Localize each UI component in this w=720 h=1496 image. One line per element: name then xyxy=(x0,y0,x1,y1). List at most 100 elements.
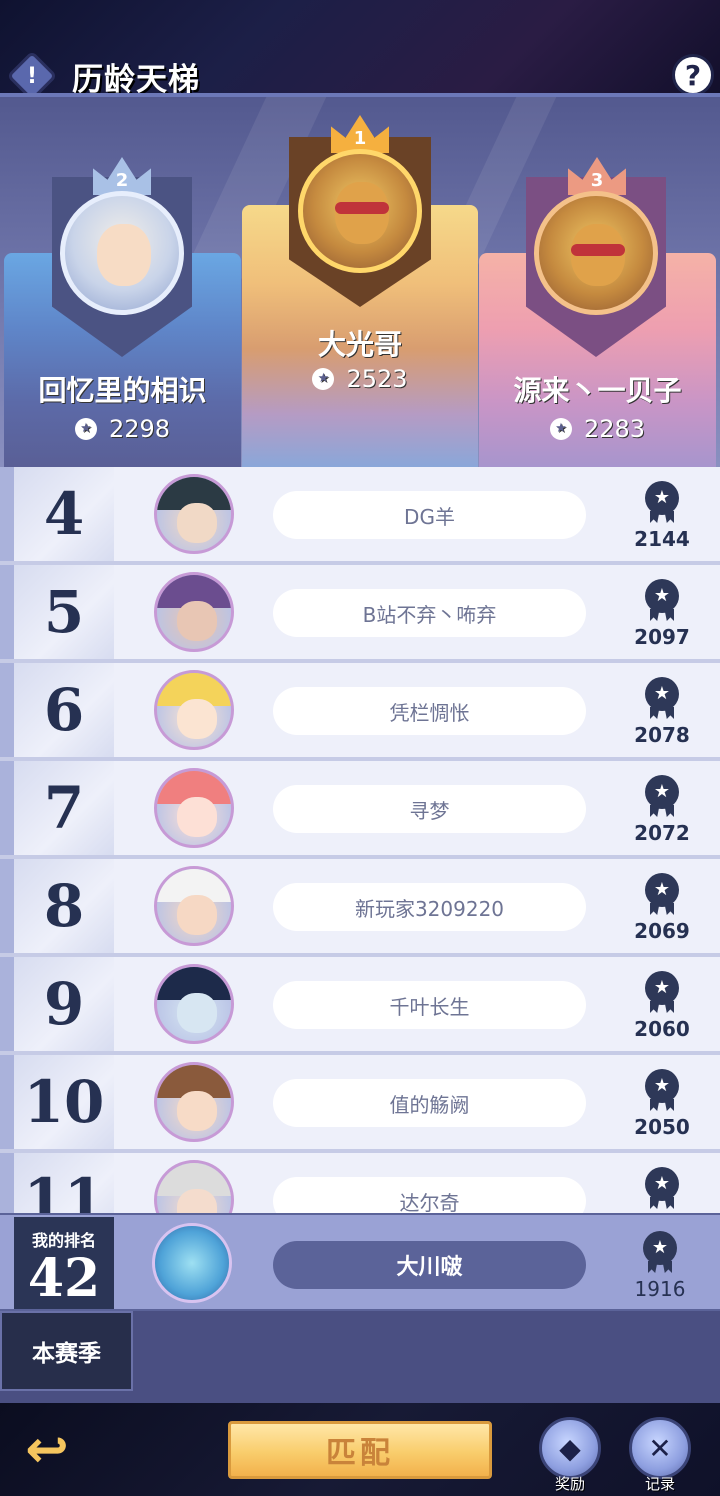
avatar-second[interactable] xyxy=(60,191,184,315)
player-name: 寻梦 xyxy=(273,785,586,833)
rank-number: 6 xyxy=(14,663,114,757)
list-item[interactable]: 4 DG羊 ★ 2144 xyxy=(0,467,720,561)
avatar-face xyxy=(177,895,217,935)
list-item[interactable]: 10 值的觞阙 ★ 2050 xyxy=(0,1055,720,1149)
avatar[interactable] xyxy=(154,474,234,554)
score-cell: ★ xyxy=(624,1167,700,1213)
medal-icon xyxy=(74,418,97,440)
score-value: 2283 xyxy=(583,415,646,443)
crown-rank: 3 xyxy=(590,170,604,191)
list-item[interactable]: 11 达尔奇 ★ xyxy=(0,1153,720,1213)
exclamation-icon: ! xyxy=(26,63,38,89)
list-item[interactable]: 6 凭栏惆怅 ★ 2078 xyxy=(0,663,720,757)
my-rank-row[interactable]: 我的排名 42 大川啵 ★ 1916 xyxy=(0,1213,720,1311)
avatar-face xyxy=(177,993,217,1033)
list-item[interactable]: 5 B站不弃丶咘弃 ★ 2097 xyxy=(0,565,720,659)
medal-icon: ★ xyxy=(645,677,679,711)
score-cell: ★ 2060 xyxy=(624,971,700,1047)
crown-icon: 1 xyxy=(331,115,389,153)
avatar-first[interactable] xyxy=(298,149,422,273)
medal-icon: ★ xyxy=(645,481,679,515)
rank-number: 8 xyxy=(14,859,114,953)
medal-icon xyxy=(549,418,572,440)
player-name: B站不弃丶咘弃 xyxy=(273,589,586,637)
score-third: 2283 xyxy=(479,415,716,443)
avatar-face xyxy=(97,224,151,286)
footer-bar: ↩ 匹配 ◆ 奖励 ✕ 记录 xyxy=(0,1403,720,1496)
score-cell: ★ 2097 xyxy=(624,579,700,655)
list-item[interactable]: 9 千叶长生 ★ 2060 xyxy=(0,957,720,1051)
medal-icon: ★ xyxy=(645,775,679,809)
avatar[interactable] xyxy=(154,1160,234,1213)
player-name: 千叶长生 xyxy=(273,981,586,1029)
back-button[interactable]: ↩ xyxy=(18,1421,76,1479)
player-name: 凭栏惆怅 xyxy=(273,687,586,735)
avatar[interactable] xyxy=(154,1062,234,1142)
score-cell: ★ 2072 xyxy=(624,775,700,851)
crossed-swords-icon: ✕ xyxy=(648,1431,672,1465)
my-avatar[interactable] xyxy=(152,1223,232,1303)
match-button[interactable]: 匹配 xyxy=(228,1421,492,1479)
medal-icon: ★ xyxy=(645,1069,679,1103)
avatar-mask xyxy=(335,202,389,214)
score-value: 2097 xyxy=(634,625,690,649)
top-bar: ! 历龄天梯 ? xyxy=(0,0,720,102)
tab-current-season[interactable]: 本赛季 xyxy=(0,1311,133,1391)
my-rank-box: 我的排名 42 xyxy=(14,1217,114,1309)
rank-number: 11 xyxy=(14,1153,114,1213)
score-value: 2078 xyxy=(634,723,690,747)
score-value: 2144 xyxy=(634,527,690,551)
player-name-third: 源来丶一贝子 xyxy=(513,374,682,407)
crown-icon: 2 xyxy=(93,157,151,195)
player-name: DG羊 xyxy=(273,491,586,539)
avatar[interactable] xyxy=(154,572,234,652)
avatar-face xyxy=(177,601,217,641)
score-value: 2523 xyxy=(346,365,408,393)
avatar[interactable] xyxy=(154,768,234,848)
avatar-mask xyxy=(571,244,625,256)
avatar[interactable] xyxy=(154,964,234,1044)
back-arrow-icon: ↩ xyxy=(25,1420,69,1480)
avatar[interactable] xyxy=(154,670,234,750)
rank-number: 10 xyxy=(14,1055,114,1149)
score-value: 2050 xyxy=(634,1115,690,1139)
reward-button[interactable]: ◆ xyxy=(539,1417,601,1479)
player-name-second: 回忆里的相识 xyxy=(38,374,207,407)
avatar-face xyxy=(177,503,217,543)
rank-number: 4 xyxy=(14,467,114,561)
score-cell: ★ 2050 xyxy=(624,1069,700,1145)
my-player-name: 大川啵 xyxy=(273,1241,586,1289)
diamond-icon: ◆ xyxy=(559,1431,581,1465)
record-label: 记录 xyxy=(644,1475,675,1493)
medal-icon: ★ xyxy=(645,873,679,907)
avatar-face xyxy=(177,699,217,739)
crown-rank: 2 xyxy=(115,170,129,191)
reward-label: 奖励 xyxy=(554,1475,585,1493)
ranking-list[interactable]: 4 DG羊 ★ 2144 5 B站不弃丶咘弃 ★ 2097 6 凭栏惆怅 ★ 2078… xyxy=(0,467,720,1213)
score-first: 2523 xyxy=(242,365,478,393)
player-name: 值的觞阙 xyxy=(273,1079,586,1127)
my-score-cell: ★ 1916 xyxy=(622,1231,698,1307)
question-icon: ? xyxy=(684,58,702,92)
medal-icon xyxy=(312,368,335,390)
medal-icon: ★ xyxy=(645,1167,679,1201)
score-cell: ★ 2144 xyxy=(624,481,700,557)
list-item[interactable]: 7 寻梦 ★ 2072 xyxy=(0,761,720,855)
list-item[interactable]: 8 新玩家3209220 ★ 2069 xyxy=(0,859,720,953)
avatar[interactable] xyxy=(154,866,234,946)
score-cell: ★ 2069 xyxy=(624,873,700,949)
avatar-third[interactable] xyxy=(534,191,658,315)
avatar-face xyxy=(177,1091,217,1131)
podium: 2 1 3 回忆里的相识 大光哥 源来丶一贝子 2298 2523 2283 xyxy=(0,97,720,467)
crown-icon: 3 xyxy=(568,157,626,195)
rank-number: 7 xyxy=(14,761,114,855)
medal-icon: ★ xyxy=(643,1231,677,1265)
avatar-face xyxy=(177,797,217,837)
score-value: 2060 xyxy=(634,1017,690,1041)
score-value: 2072 xyxy=(634,821,690,845)
player-name-first: 大光哥 xyxy=(317,328,402,361)
help-button[interactable]: ? xyxy=(672,54,714,96)
medal-icon: ★ xyxy=(645,579,679,613)
player-name: 新玩家3209220 xyxy=(273,883,586,931)
record-button[interactable]: ✕ xyxy=(629,1417,691,1479)
